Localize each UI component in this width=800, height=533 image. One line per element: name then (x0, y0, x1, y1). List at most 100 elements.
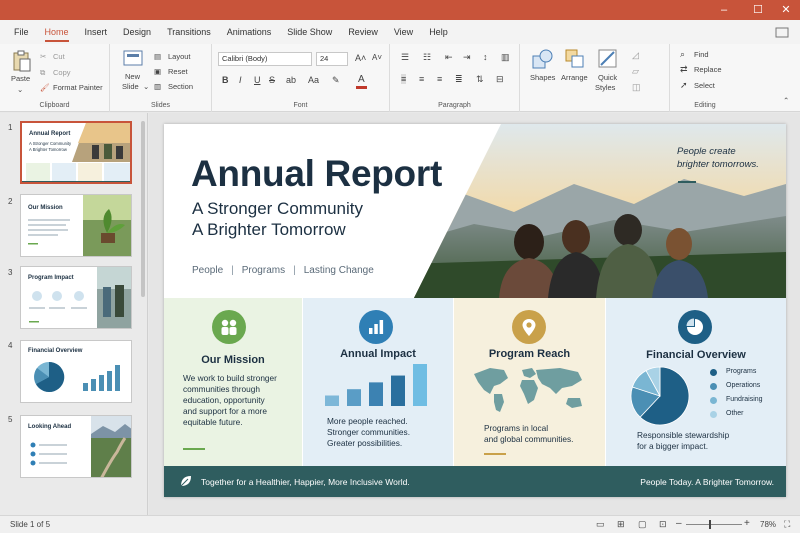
font-size-field[interactable]: 24 (316, 52, 348, 66)
shape-fill-icon[interactable]: ◿ (632, 50, 639, 61)
bullets-icon[interactable]: ☰ (401, 52, 409, 63)
maximize-button[interactable]: ☐ (748, 3, 768, 17)
columns-icon[interactable]: ▥ (501, 52, 510, 63)
text-direction-icon[interactable]: ⇅ (476, 74, 484, 85)
tab-slide-show[interactable]: Slide Show (279, 20, 340, 44)
tab-file[interactable]: File (6, 20, 37, 44)
new-slide-icon[interactable] (123, 50, 143, 68)
tab-home[interactable]: Home (37, 20, 77, 44)
zoom-in-button[interactable]: + (744, 518, 750, 529)
highlight-icon[interactable]: ✎ (332, 75, 340, 86)
replace-icon[interactable]: ⇄ (680, 64, 688, 75)
numbering-icon[interactable]: ☷ (423, 52, 431, 63)
shape-outline-icon[interactable]: ▱ (632, 66, 639, 77)
reset-icon[interactable]: ▣ (154, 67, 161, 76)
tab-insert[interactable]: Insert (77, 20, 116, 44)
tab-review[interactable]: Review (340, 20, 386, 44)
grow-font-icon[interactable]: A˄ (355, 53, 366, 63)
tab-transitions[interactable]: Transitions (159, 20, 219, 44)
layout-button[interactable]: Layout (168, 52, 191, 61)
quick-styles-button-line2[interactable]: Styles (595, 83, 615, 92)
zoom-slider[interactable] (686, 524, 742, 525)
tab-design[interactable]: Design (115, 20, 159, 44)
reading-view-icon[interactable]: ▢ (638, 519, 647, 530)
zoom-level[interactable]: 78% (760, 520, 776, 529)
slide-footer[interactable]: Together for a Healthier, Happier, More … (164, 466, 786, 497)
arrange-icon[interactable] (564, 48, 586, 70)
section-icon[interactable]: ▥ (154, 82, 161, 91)
close-button[interactable]: ✕ (776, 3, 796, 17)
copy-icon[interactable]: ⧉ (40, 68, 45, 78)
zoom-out-button[interactable]: – (676, 518, 682, 529)
mission-card[interactable]: Our Mission We work to build stronger co… (164, 298, 302, 466)
slideshow-view-icon[interactable]: ⊡ (659, 519, 667, 530)
fit-to-window-icon[interactable]: ⛶ (784, 519, 790, 530)
arrange-button[interactable]: Arrange (561, 73, 588, 82)
format-painter-button[interactable]: Format Painter (53, 83, 103, 92)
financial-card[interactable]: Financial Overview Programs Operations F… (606, 298, 786, 466)
justify-icon[interactable]: ≣ (455, 74, 463, 85)
select-icon[interactable]: ➚ (680, 80, 688, 91)
slide-1[interactable]: Annual Report A Stronger Community A Bri… (164, 124, 786, 497)
shrink-font-icon[interactable]: A˅ (372, 53, 382, 62)
decrease-indent-icon[interactable]: ⇤ (445, 52, 453, 63)
slide-subtitle-2[interactable]: A Brighter Tomorrow (192, 220, 346, 240)
slide-thumbnail-4[interactable]: Financial Overview (20, 340, 132, 403)
copy-button[interactable]: Copy (53, 68, 71, 77)
thumbnail-scrollbar[interactable] (141, 121, 145, 297)
find-icon[interactable]: ⌕ (680, 49, 685, 60)
align-left-icon[interactable]: ≡ (401, 74, 407, 84)
new-slide-button[interactable]: New (125, 72, 140, 81)
quick-styles-button[interactable]: Quick (598, 73, 617, 82)
increase-indent-icon[interactable]: ⇥ (463, 52, 471, 63)
format-painter-icon[interactable]: 🖌 (40, 83, 50, 92)
zoom-slider-thumb[interactable] (709, 520, 711, 529)
align-center-icon[interactable]: ≡ (419, 74, 424, 84)
paste-button[interactable]: Paste (11, 74, 30, 83)
slide-sorter-icon[interactable]: ⊞ (617, 519, 625, 530)
collapse-ribbon-icon[interactable]: ⌃ (783, 96, 789, 105)
character-spacing-icon[interactable]: ab (286, 75, 296, 85)
slide-quote[interactable]: People create brighter tomorrows. (677, 145, 777, 171)
slide-tagline[interactable]: People | Programs | Lasting Change (192, 265, 374, 276)
italic-button[interactable]: I (239, 75, 242, 85)
minimize-button[interactable]: – (714, 3, 734, 17)
slide-thumbnail-2[interactable]: Our Mission (20, 194, 132, 257)
normal-view-icon[interactable]: ▭ (596, 519, 605, 530)
cut-icon[interactable]: ✂ (40, 52, 46, 61)
new-slide-dropdown-icon[interactable]: ⌄ (143, 82, 149, 91)
change-case-icon[interactable]: Aa (308, 75, 319, 85)
paste-dropdown-icon[interactable]: ⌄ (17, 85, 23, 94)
line-spacing-icon[interactable]: ↕ (483, 52, 488, 62)
quick-styles-icon[interactable] (597, 48, 619, 70)
strikethrough-button[interactable]: S (269, 75, 275, 85)
tab-help[interactable]: Help (421, 20, 456, 44)
find-button[interactable]: Find (694, 50, 709, 59)
section-button[interactable]: Section (168, 82, 193, 91)
slide-thumbnail-5[interactable]: Looking Ahead (20, 415, 132, 478)
shape-effects-icon[interactable]: ◫ (632, 82, 641, 93)
slide-thumbnail-3[interactable]: Program Impact (20, 266, 132, 329)
share-icon[interactable] (774, 24, 790, 40)
replace-button[interactable]: Replace (694, 65, 722, 74)
slide-title[interactable]: Annual Report (191, 153, 442, 195)
underline-button[interactable]: U (254, 75, 261, 85)
shapes-icon[interactable] (531, 48, 555, 70)
bold-button[interactable]: B (222, 75, 229, 85)
reset-button[interactable]: Reset (168, 67, 188, 76)
cut-button[interactable]: Cut (53, 52, 65, 61)
align-text-icon[interactable]: ⊟ (496, 74, 504, 85)
slide-subtitle-1[interactable]: A Stronger Community (192, 199, 363, 219)
new-slide-button-line2[interactable]: Slide (122, 82, 139, 91)
shapes-button[interactable]: Shapes (530, 73, 555, 82)
tab-view[interactable]: View (386, 20, 421, 44)
slide-thumbnail-1[interactable]: Annual Report A Stronger Community A Bri… (20, 121, 132, 184)
font-color-icon[interactable]: A (358, 74, 365, 85)
layout-icon[interactable]: ▤ (154, 52, 161, 61)
select-button[interactable]: Select (694, 81, 715, 90)
tab-animations[interactable]: Animations (219, 20, 280, 44)
paste-icon[interactable] (12, 50, 32, 72)
align-right-icon[interactable]: ≡ (437, 74, 442, 84)
impact-card[interactable]: Annual Impact More people reached. Stron… (303, 298, 453, 466)
font-family-field[interactable]: Calibri (Body) (218, 52, 312, 66)
